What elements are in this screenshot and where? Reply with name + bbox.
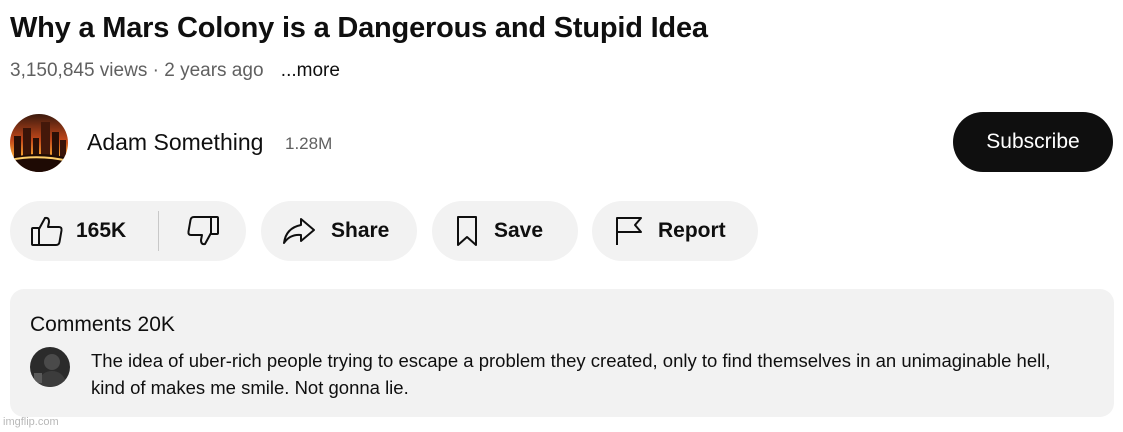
video-meta[interactable]: 3,150,845 views · 2 years ago ...more [10, 60, 340, 82]
share-button[interactable]: Share [261, 201, 417, 261]
thumbs-up-icon [30, 215, 64, 247]
channel-name[interactable]: Adam Something [87, 129, 263, 156]
city-at-sunset-avatar-icon [10, 114, 68, 172]
save-button[interactable]: Save [432, 201, 578, 261]
subscriber-count: 1.28M [285, 134, 333, 153]
upload-age: 2 years ago [164, 60, 264, 81]
subscribe-button[interactable]: Subscribe [953, 112, 1113, 172]
channel-row: Adam Something 1.28M Subscribe [10, 112, 1113, 174]
channel-avatar[interactable] [10, 114, 68, 172]
comments-header: Comments 20K [30, 313, 175, 337]
thumbs-down-icon [186, 215, 220, 247]
comments-label: Comments [30, 313, 132, 336]
more-link[interactable]: ...more [281, 60, 340, 81]
flag-icon [614, 215, 644, 247]
bookmark-icon [454, 215, 480, 247]
like-dislike-group: 165K [10, 201, 246, 261]
watermark: imgflip.com [3, 416, 59, 428]
commenter-avatar[interactable] [30, 347, 70, 387]
share-arrow-icon [281, 216, 317, 246]
dark-user-avatar-icon [30, 347, 70, 387]
like-button[interactable]: 165K [10, 201, 158, 261]
dislike-button[interactable] [159, 201, 246, 261]
comments-panel[interactable]: Comments 20K The idea of uber-rich people… [10, 289, 1114, 417]
report-label: Report [658, 219, 726, 242]
video-title: Why a Mars Colony is a Dangerous and Stu… [10, 12, 708, 44]
report-button[interactable]: Report [592, 201, 758, 261]
meta-separator: · [152, 60, 159, 81]
like-count: 165K [76, 219, 127, 242]
save-label: Save [494, 219, 544, 242]
view-count: 3,150,845 views [10, 60, 148, 81]
share-label: Share [331, 219, 390, 242]
top-comment-text: The idea of uber-rich people trying to e… [91, 350, 1051, 398]
comments-count: 20K [137, 313, 175, 336]
